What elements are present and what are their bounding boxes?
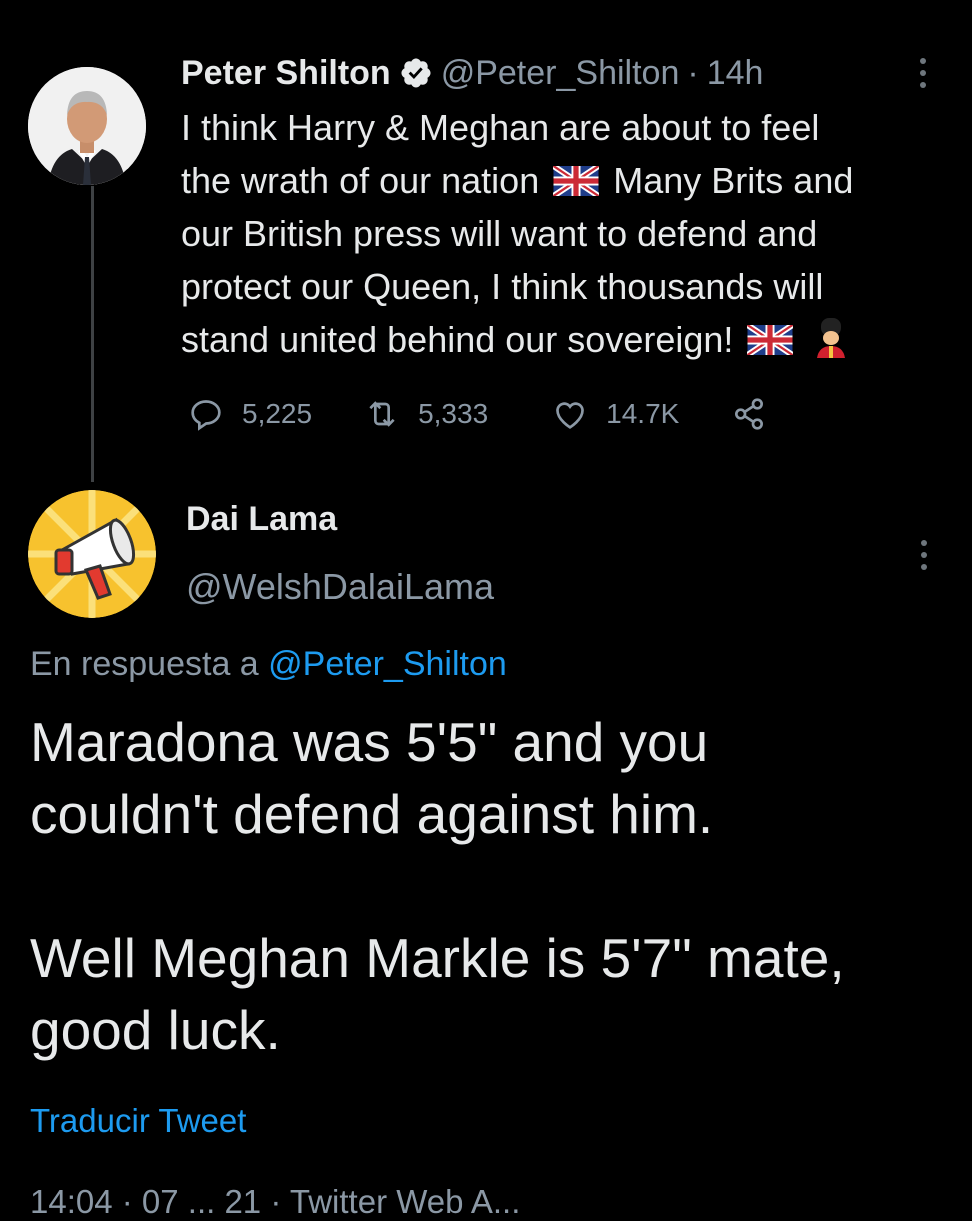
thread-line	[91, 186, 94, 482]
tweet-meta: 14:04 · 07 ... 21 · Twitter Web A...	[30, 1183, 521, 1220]
tweet-line-with-emoji: stand united behind our sovereign!	[181, 313, 951, 366]
share-button[interactable]	[729, 394, 769, 434]
tweet-line: our British press will want to defend an…	[181, 213, 818, 254]
reply-author-name[interactable]: Dai Lama	[186, 500, 337, 539]
guardsman-emoji	[817, 318, 846, 358]
timestamp[interactable]: 14h	[707, 54, 764, 93]
reply-to-link[interactable]: @Peter_Shilton	[268, 645, 507, 683]
verified-badge-icon	[399, 56, 433, 90]
more-options-icon[interactable]	[919, 58, 927, 88]
reply-line: good luck.	[30, 999, 281, 1061]
tweet-actions: 5,225 5,333 14.7K	[186, 392, 769, 436]
tweet-header: Peter Shilton @Peter_Shilton · 14h	[181, 50, 763, 96]
retweet-button[interactable]: 5,333	[362, 394, 488, 434]
reply-prefix: En respuesta a	[30, 645, 259, 683]
reply-count: 5,225	[242, 398, 313, 429]
reply-button[interactable]: 5,225	[186, 394, 312, 434]
uk-flag-emoji	[553, 166, 600, 196]
author-handle[interactable]: @Peter_Shilton	[441, 54, 680, 93]
avatar-dai-lama[interactable]	[28, 490, 156, 618]
like-icon	[556, 402, 584, 429]
share-icon	[735, 398, 764, 430]
reply-line: Maradona was 5'5" and you	[30, 711, 709, 773]
tweet-text: I think Harry & Meghan are about to feel…	[181, 101, 951, 366]
author-name[interactable]: Peter Shilton	[181, 54, 391, 93]
tweet-line-with-flag: the wrath of our nation Many Brits and	[181, 154, 951, 207]
reply-icon	[191, 400, 221, 431]
tweet-line-part: the wrath of our nation	[181, 160, 540, 201]
like-count: 14.7K	[606, 398, 680, 429]
uk-flag-emoji	[747, 325, 794, 355]
tweet-line: I think Harry & Meghan are about to feel	[181, 107, 820, 148]
reply-line: Well Meghan Markle is 5'7" mate,	[30, 927, 845, 989]
reply-author-handle[interactable]: @WelshDalaiLama	[186, 566, 494, 608]
tweet-line-part: stand united behind our sovereign!	[181, 319, 734, 360]
more-options-icon[interactable]	[920, 540, 928, 570]
reply-text: Maradona was 5'5" and you couldn't defen…	[30, 706, 950, 1066]
separator-dot: ·	[687, 53, 699, 92]
tweet-line: protect our Queen, I think thousands wil…	[181, 266, 824, 307]
retweet-count: 5,333	[418, 398, 489, 429]
like-button[interactable]: 14.7K	[550, 394, 679, 434]
avatar-peter-shilton[interactable]	[28, 67, 146, 185]
retweet-icon	[369, 401, 395, 427]
translate-tweet-link[interactable]: Traducir Tweet	[30, 1102, 246, 1140]
reply-line: couldn't defend against him.	[30, 783, 714, 845]
reply-context: En respuesta a @Peter_Shilton	[30, 645, 507, 684]
tweet-line-part: Many Brits and	[613, 160, 854, 201]
